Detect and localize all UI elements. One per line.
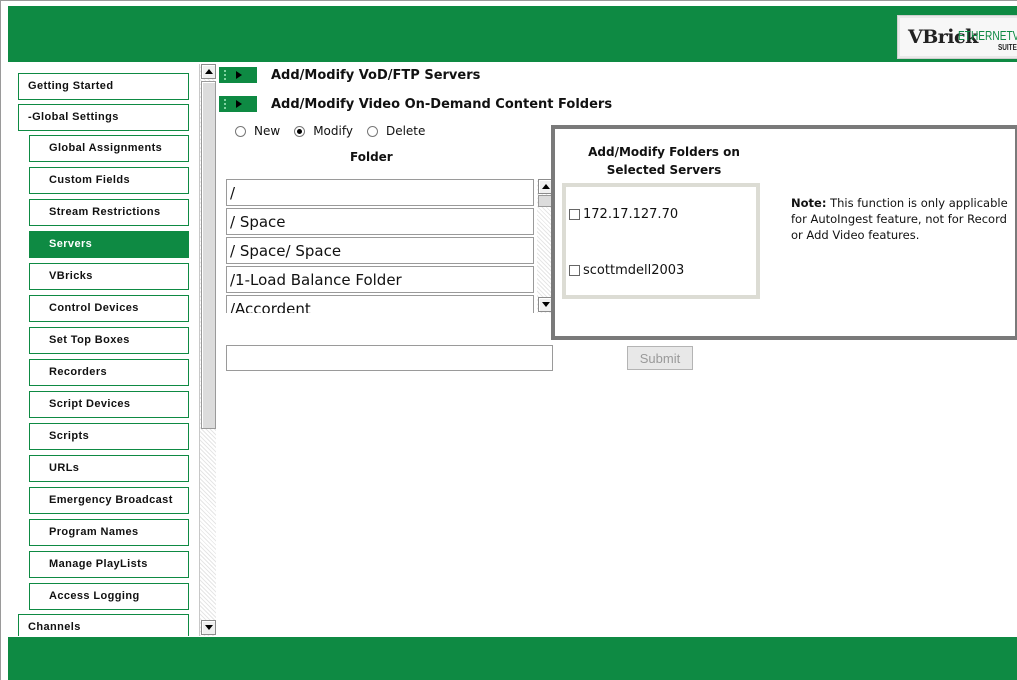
arrow-down-icon <box>541 302 550 307</box>
sidebar-item-custom-fields[interactable]: Custom Fields <box>29 167 189 194</box>
sidebar-scroll-thumb[interactable] <box>201 81 216 429</box>
server-name: 172.17.127.70 <box>583 207 679 222</box>
server-checkbox[interactable] <box>569 265 580 276</box>
folder-item[interactable]: / Space/ Space <box>226 237 534 264</box>
server-checkbox[interactable] <box>569 209 580 220</box>
scroll-up-button[interactable] <box>201 64 216 79</box>
note-label: Note: <box>791 196 827 210</box>
radio-label-modify: Modify <box>313 124 353 138</box>
radio-circle-delete[interactable] <box>366 125 378 137</box>
radio-delete[interactable]: Delete <box>366 124 426 138</box>
folder-name-input[interactable] <box>226 345 553 371</box>
folder-item[interactable]: /Accordent <box>226 295 534 313</box>
submit-button[interactable]: Submit <box>627 346 693 370</box>
sidebar-item-recorders[interactable]: Recorders <box>29 359 189 386</box>
expand-arrow-icon <box>219 96 257 112</box>
section-title: Add/Modify Video On-Demand Content Folde… <box>271 96 613 112</box>
sidebar-item-manage-playlists[interactable]: Manage PlayLists <box>29 551 189 578</box>
server-name: scottmdell2003 <box>583 263 685 278</box>
sidebar-item-global-assignments[interactable]: Global Assignments <box>29 135 189 162</box>
radio-label-new: New <box>254 124 281 138</box>
logo-product: ETHERNETV <box>958 28 1017 43</box>
radio-circle-modify[interactable] <box>294 125 306 137</box>
radio-new[interactable]: New <box>235 124 280 138</box>
mode-radio-group: New Modify Delete <box>235 124 439 138</box>
panel-title-line1: Add/Modify Folders on <box>588 145 740 159</box>
autoingest-note: Note: This function is only applicable f… <box>791 195 1017 243</box>
folder-item[interactable]: / <box>226 179 534 206</box>
sidebar-scrollbar[interactable] <box>199 64 216 636</box>
sidebar-item-vbricks[interactable]: VBricks <box>29 263 189 290</box>
folder-item[interactable]: /1-Load Balance Folder <box>226 266 534 293</box>
sidebar-item-urls[interactable]: URLs <box>29 455 189 482</box>
sidebar-item-program-names[interactable]: Program Names <box>29 519 189 546</box>
sidebar-item-control-devices[interactable]: Control Devices <box>29 295 189 322</box>
server-option[interactable]: scottmdell2003 <box>569 263 684 278</box>
folder-item[interactable]: / Space <box>226 208 534 235</box>
header-bar: VBrick ETHERNETV SUITE <box>8 6 1017 62</box>
folder-list[interactable]: / / Space / Space/ Space /1-Load Balance… <box>226 179 536 313</box>
radio-label-delete: Delete <box>385 124 426 138</box>
servers-checkbox-list: 172.17.127.70 scottmdell2003 <box>562 183 760 299</box>
expand-arrow-icon <box>219 67 257 83</box>
arrow-down-icon <box>204 625 213 630</box>
arrow-up-icon <box>204 69 213 74</box>
scroll-down-button[interactable] <box>201 620 216 635</box>
sidebar-item-channels[interactable]: Channels <box>18 614 189 636</box>
sidebar-item-script-devices[interactable]: Script Devices <box>29 391 189 418</box>
server-option[interactable]: 172.17.127.70 <box>569 207 678 222</box>
section-title: Add/Modify VoD/FTP Servers <box>271 67 481 83</box>
sidebar-item-set-top-boxes[interactable]: Set Top Boxes <box>29 327 189 354</box>
servers-panel: Add/Modify Folders on Selected Servers 1… <box>551 125 1017 340</box>
sidebar-item-stream-restrictions[interactable]: Stream Restrictions <box>29 199 189 226</box>
section-vod-content-folders[interactable]: Add/Modify Video On-Demand Content Folde… <box>219 95 612 113</box>
sidebar-nav: Getting Started -Global Settings Global … <box>8 64 199 636</box>
logo-edition: SUITE <box>998 43 1017 52</box>
sidebar-item-access-logging[interactable]: Access Logging <box>29 583 189 610</box>
radio-modify[interactable]: Modify <box>294 124 353 138</box>
radio-circle-new[interactable] <box>235 125 246 137</box>
section-vod-ftp-servers[interactable]: Add/Modify VoD/FTP Servers <box>219 66 480 84</box>
sidebar-item-emergency-broadcast[interactable]: Emergency Broadcast <box>29 487 189 514</box>
sidebar-item-servers[interactable]: Servers <box>29 231 189 258</box>
sidebar-item-scripts[interactable]: Scripts <box>29 423 189 450</box>
arrow-up-icon <box>541 184 550 189</box>
panel-title: Add/Modify Folders on Selected Servers <box>559 143 769 179</box>
footer-bar <box>8 637 1017 680</box>
folder-label: Folder <box>350 150 393 164</box>
sidebar-item-getting-started[interactable]: Getting Started <box>18 73 189 100</box>
vbrick-logo: VBrick ETHERNETV SUITE <box>897 15 1017 59</box>
panel-title-line2: Selected Servers <box>606 163 722 177</box>
sidebar-item-global-settings[interactable]: -Global Settings <box>18 104 189 131</box>
